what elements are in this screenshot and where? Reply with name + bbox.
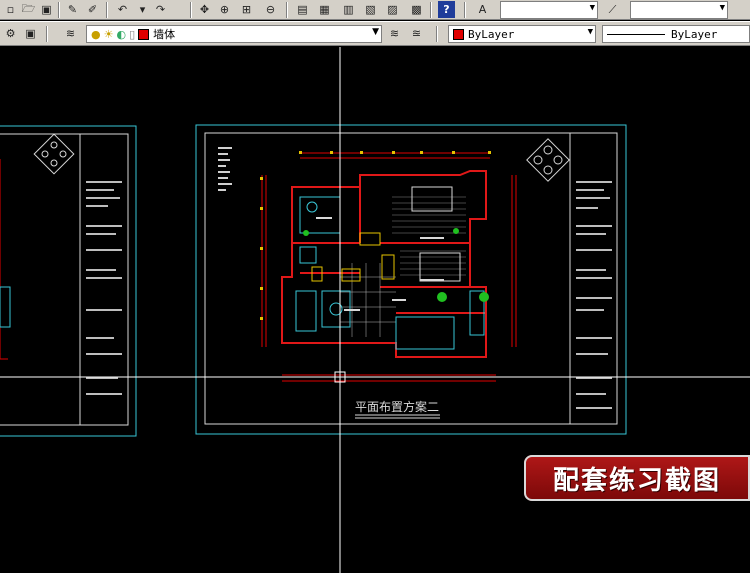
- chevron-down-icon: ▼: [589, 3, 595, 13]
- left-sheet: [0, 125, 137, 437]
- toolbar-separator: [58, 2, 60, 18]
- toolbar-separator: [286, 2, 288, 18]
- linetype-sample: [607, 33, 665, 35]
- zoom-window-icon[interactable]: ⊞: [238, 1, 255, 18]
- linetype-value: ByLayer: [671, 27, 718, 41]
- tool-settings-icon[interactable]: ⚙: [2, 25, 19, 42]
- sun-icon: ☀: [103, 27, 114, 41]
- lock-icon: ▯: [129, 27, 136, 41]
- layer-manager-icon[interactable]: ≋: [62, 25, 79, 42]
- toolbar-separator: [464, 2, 466, 18]
- text-style-combo[interactable]: ▼: [500, 1, 598, 19]
- sheet-set-icon[interactable]: ▧: [362, 1, 379, 18]
- toolbar-separator: [190, 2, 192, 18]
- watermark-text: 配套练习截图: [552, 465, 721, 496]
- chevron-down-icon: ▼: [587, 27, 593, 37]
- markup-icon[interactable]: ▨: [384, 1, 401, 18]
- zoom-previous-icon[interactable]: ⊖: [262, 1, 279, 18]
- layer-combo[interactable]: ● ☀ ◐ ▯ 墙体 ▼: [86, 25, 382, 43]
- toolbar-separator: [106, 2, 108, 18]
- print-icon[interactable]: ✎: [64, 1, 81, 18]
- legend-notes: [218, 147, 232, 191]
- undo-icon[interactable]: ↶: [114, 1, 131, 18]
- layer-color-swatch: [138, 28, 150, 40]
- furniture: [295, 186, 485, 350]
- tiled-floor: [340, 263, 396, 337]
- watermark-banner: 配套练习截图: [524, 455, 750, 501]
- save-icon[interactable]: ▣: [38, 1, 55, 18]
- open-icon[interactable]: 🗁: [20, 1, 37, 18]
- floor-plan-walls: [281, 170, 487, 358]
- toolbar-separator: [436, 26, 438, 42]
- toolbar-separator: [46, 26, 48, 42]
- redo-icon[interactable]: ↷: [152, 1, 169, 18]
- undo-dropdown-icon[interactable]: ▾: [134, 1, 151, 18]
- compass-logo: [526, 138, 570, 182]
- plot-preview-icon[interactable]: ✐: [84, 1, 101, 18]
- floor-hatching: [392, 196, 466, 276]
- standard-toolbar: ▫ 🗁 ▣ ✎ ✐ ↶ ▾ ↷ ✥ ⊕ ⊞ ⊖ ▤ ▦ ▥ ▧ ▨ ▩ ? A …: [0, 0, 750, 20]
- layers-properties-toolbar: ⚙ ▣ ≋ ● ☀ ◐ ▯ 墙体 ▼ ≋ ≊ ByLayer ▼ ByLayer: [0, 21, 750, 46]
- main-title-block: [576, 181, 612, 409]
- drawing-title: 平面布置方案二: [355, 399, 439, 414]
- chevron-down-icon: ▼: [719, 3, 725, 13]
- freeze-icon: ◐: [116, 27, 127, 41]
- pan-icon[interactable]: ✥: [196, 1, 213, 18]
- calculator-icon[interactable]: ▩: [408, 1, 425, 18]
- current-layer-name: 墙体: [153, 28, 176, 41]
- lightbulb-icon: ●: [91, 27, 101, 41]
- main-sheet: [195, 124, 627, 435]
- color-swatch: [453, 28, 464, 40]
- help-icon[interactable]: ?: [438, 1, 455, 18]
- color-value: ByLayer: [468, 27, 515, 41]
- toolbar-separator: [430, 2, 432, 18]
- color-combo[interactable]: ByLayer ▼: [448, 25, 596, 43]
- left-title-block: [33, 133, 122, 395]
- layer-tool-icon[interactable]: ▣: [22, 25, 39, 42]
- text-style-icon[interactable]: A: [474, 1, 491, 18]
- tool-palettes-icon[interactable]: ▥: [340, 1, 357, 18]
- design-center-icon[interactable]: ▦: [316, 1, 333, 18]
- chevron-down-icon: ▼: [372, 27, 379, 37]
- new-icon[interactable]: ▫: [2, 1, 19, 18]
- zoom-realtime-icon[interactable]: ⊕: [216, 1, 233, 18]
- properties-icon[interactable]: ▤: [294, 1, 311, 18]
- dimension-ticks: [260, 151, 491, 320]
- dim-style-icon[interactable]: ⟋: [604, 1, 621, 18]
- layer-previous-icon[interactable]: ≊: [408, 25, 425, 42]
- make-layer-current-icon[interactable]: ≋: [386, 25, 403, 42]
- linetype-combo[interactable]: ByLayer: [602, 25, 750, 43]
- dim-style-combo[interactable]: ▼: [630, 1, 728, 19]
